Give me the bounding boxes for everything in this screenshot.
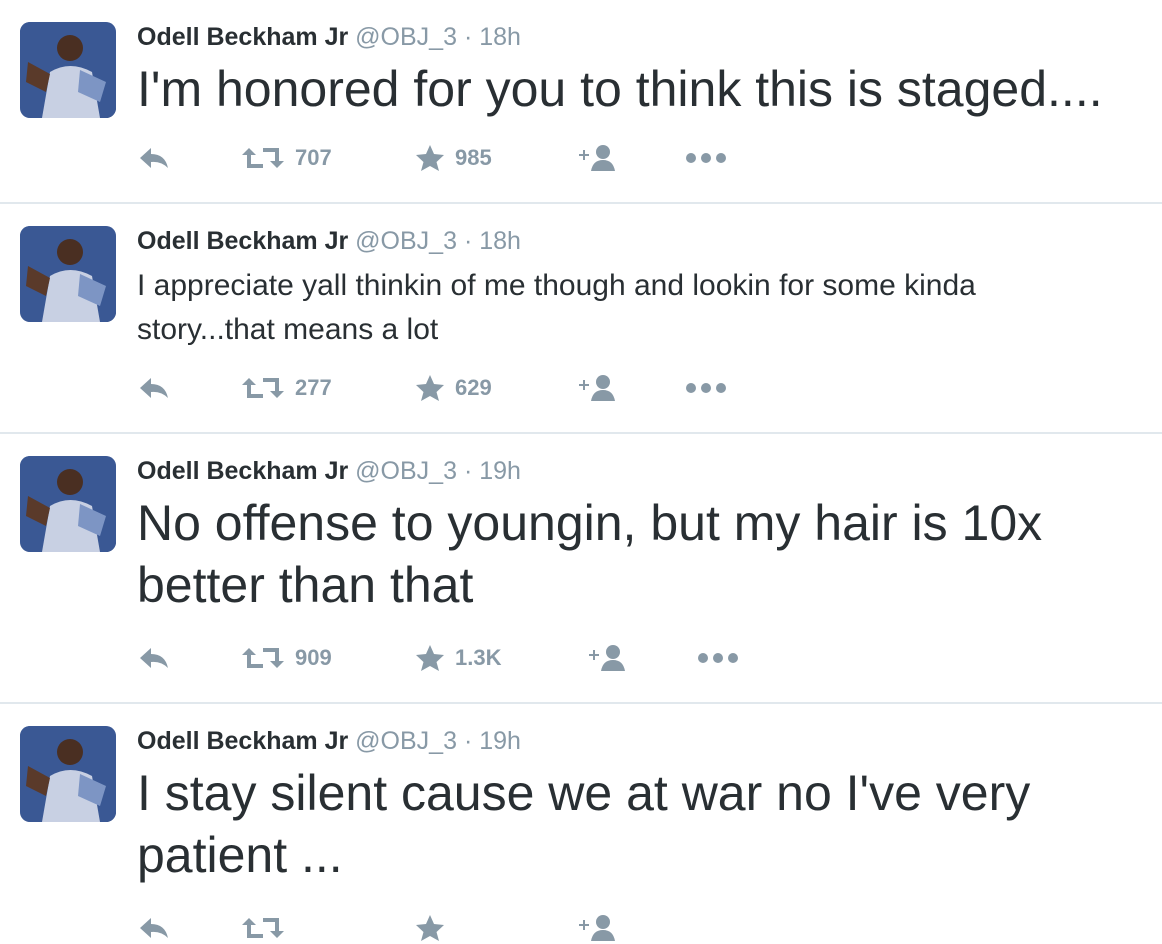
separator: ·: [463, 227, 473, 255]
retweet-icon: [242, 378, 284, 398]
reply-button[interactable]: [137, 912, 171, 944]
reply-icon: [140, 648, 168, 668]
retweet-button[interactable]: 277: [241, 372, 332, 404]
retweet-count: 277: [295, 375, 332, 400]
reply-icon: [140, 378, 168, 398]
follow-button[interactable]: [577, 912, 621, 944]
display-name[interactable]: Odell Beckham Jr: [137, 727, 348, 755]
timestamp[interactable]: 18h: [479, 23, 521, 51]
avatar[interactable]: [20, 726, 116, 822]
retweet-icon: [242, 648, 284, 668]
tweet[interactable]: Odell Beckham Jr @OBJ_3 · 18h I apprecia…: [0, 204, 1162, 434]
timeline: Odell Beckham Jr @OBJ_3 · 18h I'm honore…: [0, 0, 1162, 941]
tweet-header: Odell Beckham Jr @OBJ_3 · 19h: [137, 726, 521, 756]
star-icon: [416, 375, 444, 401]
tweet-text: No offense to youngin, but my hair is 10…: [137, 495, 1043, 613]
tweet[interactable]: Odell Beckham Jr @OBJ_3 · 18h I'm honore…: [0, 0, 1162, 204]
handle[interactable]: @OBJ_3: [355, 23, 457, 51]
follow-button[interactable]: [577, 142, 621, 174]
star-icon: [416, 915, 444, 941]
follow-icon: [579, 915, 615, 941]
follow-icon: [589, 645, 625, 671]
retweet-button[interactable]: [241, 912, 285, 944]
favorite-count: 985: [455, 145, 492, 170]
more-icon: [698, 653, 738, 663]
display-name[interactable]: Odell Beckham Jr: [137, 227, 348, 255]
favorite-button[interactable]: 985: [415, 142, 492, 174]
tweet-header: Odell Beckham Jr @OBJ_3 · 18h: [137, 226, 521, 256]
separator: ·: [463, 727, 473, 755]
reply-icon: [140, 148, 168, 168]
more-button[interactable]: [697, 642, 739, 674]
more-icon: [686, 383, 726, 393]
more-icon: [686, 153, 726, 163]
retweet-button[interactable]: 909: [241, 642, 332, 674]
tweet-actions: [137, 912, 757, 944]
timestamp[interactable]: 18h: [479, 227, 521, 255]
favorite-count: 629: [455, 375, 492, 400]
handle[interactable]: @OBJ_3: [355, 227, 457, 255]
tweet-actions: 707 985: [137, 142, 757, 174]
avatar[interactable]: [20, 226, 116, 322]
retweet-count: 707: [295, 145, 332, 170]
avatar[interactable]: [20, 22, 116, 118]
tweet-actions: 909 1.3K: [137, 642, 757, 674]
retweet-count: 909: [295, 645, 332, 670]
favorite-button[interactable]: 629: [415, 372, 492, 404]
favorite-button[interactable]: 1.3K: [415, 642, 501, 674]
display-name[interactable]: Odell Beckham Jr: [137, 457, 348, 485]
follow-icon: [579, 145, 615, 171]
retweet-button[interactable]: 707: [241, 142, 332, 174]
timestamp[interactable]: 19h: [479, 457, 521, 485]
tweet[interactable]: Odell Beckham Jr @OBJ_3 · 19h No offense…: [0, 434, 1162, 704]
handle[interactable]: @OBJ_3: [355, 727, 457, 755]
separator: ·: [463, 23, 473, 51]
avatar[interactable]: [20, 456, 116, 552]
timestamp[interactable]: 19h: [479, 727, 521, 755]
follow-button[interactable]: [577, 372, 621, 404]
star-icon: [416, 145, 444, 171]
favorite-button[interactable]: [415, 912, 445, 944]
separator: ·: [463, 457, 473, 485]
display-name[interactable]: Odell Beckham Jr: [137, 23, 348, 51]
retweet-icon: [242, 148, 284, 168]
tweet-header: Odell Beckham Jr @OBJ_3 · 19h: [137, 456, 521, 486]
tweet-text: I'm honored for you to think this is sta…: [137, 61, 1103, 117]
star-icon: [416, 645, 444, 671]
reply-button[interactable]: [137, 372, 171, 404]
more-button[interactable]: [685, 372, 727, 404]
tweet-actions: 277 629: [137, 372, 757, 404]
tweet-header: Odell Beckham Jr @OBJ_3 · 18h: [137, 22, 521, 52]
tweet[interactable]: Odell Beckham Jr @OBJ_3 · 19h I stay sil…: [0, 704, 1162, 944]
follow-icon: [579, 375, 615, 401]
handle[interactable]: @OBJ_3: [355, 457, 457, 485]
reply-button[interactable]: [137, 142, 171, 174]
favorite-count: 1.3K: [455, 645, 502, 670]
reply-button[interactable]: [137, 642, 171, 674]
tweet-text: I appreciate yall thinkin of me though a…: [137, 269, 976, 346]
reply-icon: [140, 918, 168, 938]
follow-button[interactable]: [587, 642, 631, 674]
more-button[interactable]: [685, 142, 727, 174]
tweet-text: I stay silent cause we at war no I've ve…: [137, 765, 1031, 883]
